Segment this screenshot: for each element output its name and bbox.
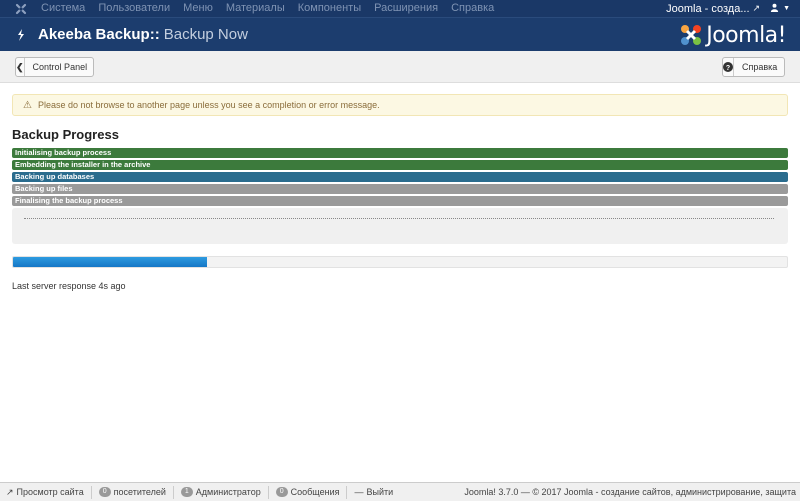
menu-users[interactable]: Пользователи	[98, 0, 170, 17]
warning-icon: ⚠	[23, 99, 32, 111]
status-box	[12, 208, 788, 244]
messages-count-badge: 0	[275, 487, 288, 497]
progress-fill	[13, 257, 207, 267]
menu-content[interactable]: Материалы	[226, 0, 285, 17]
control-panel-button[interactable]: ❮ Control Panel	[15, 57, 94, 77]
page-title-component: Akeeba Backup::	[38, 26, 160, 43]
brand-text: Joomla!	[706, 22, 786, 48]
step-backing-up-databases: Backing up databases	[12, 172, 788, 182]
step-finalising: Finalising the backup process	[12, 196, 788, 206]
menu-menus[interactable]: Меню	[183, 0, 213, 17]
menu-help[interactable]: Справка	[451, 0, 494, 17]
joomla-icon[interactable]	[11, 0, 31, 17]
menu-system[interactable]: Система	[41, 0, 85, 17]
view-site-label: Просмотр сайта	[16, 487, 84, 497]
admins-item[interactable]: 1 Администратор	[174, 485, 269, 499]
menu-components[interactable]: Компоненты	[298, 0, 361, 17]
view-site-link[interactable]: ↗ Просмотр сайта	[0, 485, 92, 499]
user-icon[interactable]	[770, 3, 779, 15]
section-title: Backup Progress	[12, 127, 119, 142]
joomla-logo-icon	[681, 25, 702, 45]
menu-extensions[interactable]: Расширения	[374, 0, 438, 17]
status-bar: ↗ Просмотр сайта 0 посетителей 1 Админис…	[0, 482, 800, 501]
site-link[interactable]: Joomla - созда...	[666, 3, 749, 15]
admins-count-badge: 1	[180, 487, 193, 497]
visitors-item[interactable]: 0 посетителей	[92, 485, 174, 499]
warning-alert: ⚠ Please do not browse to another page u…	[12, 94, 788, 116]
control-panel-label: Control Panel	[32, 62, 88, 72]
toolbar: ❮ Control Panel ? Справка	[0, 51, 800, 83]
topbar-right: Joomla - созда... ↗ ▼	[666, 0, 800, 17]
backup-steps: Initialising backup process Embedding th…	[12, 148, 788, 208]
caret-down-icon[interactable]: ▼	[783, 5, 790, 12]
logout-label: Выйти	[366, 487, 394, 497]
messages-label: Сообщения	[290, 487, 340, 497]
step-initialising: Initialising backup process	[12, 148, 788, 158]
last-server-response: Last server response 4s ago	[12, 281, 126, 291]
akeeba-icon	[14, 28, 28, 42]
question-icon: ?	[723, 58, 734, 76]
warning-message: Please do not browse to another page unl…	[37, 100, 380, 110]
joomla-brand: Joomla!	[679, 22, 786, 48]
help-button[interactable]: ? Справка	[722, 57, 785, 77]
logout-link[interactable]: — Выйти	[347, 486, 400, 499]
copyright-text: Joomla! 3.7.0 — © 2017 Joomla - создание…	[464, 487, 796, 497]
external-link-icon: ↗	[6, 486, 14, 497]
minus-icon: —	[354, 487, 364, 497]
chevron-left-icon: ❮	[16, 58, 25, 76]
status-dotted-line	[24, 218, 774, 219]
help-label: Справка	[742, 62, 778, 72]
external-link-icon[interactable]: ↗	[753, 3, 761, 14]
step-embedding-installer: Embedding the installer in the archive	[12, 160, 788, 170]
backup-progress-bar	[12, 256, 788, 268]
svg-text:?: ?	[726, 65, 730, 72]
page-header: Akeeba Backup:: Backup Now Joomla!	[0, 17, 800, 51]
visitors-label: посетителей	[113, 487, 166, 497]
visitors-count-badge: 0	[98, 487, 111, 497]
step-backing-up-files: Backing up files	[12, 184, 788, 194]
messages-item[interactable]: 0 Сообщения	[269, 485, 348, 499]
top-menu-bar: Система Пользователи Меню Материалы Комп…	[0, 0, 800, 17]
page-title-view: Backup Now	[163, 26, 248, 43]
admins-label: Администратор	[195, 487, 261, 497]
